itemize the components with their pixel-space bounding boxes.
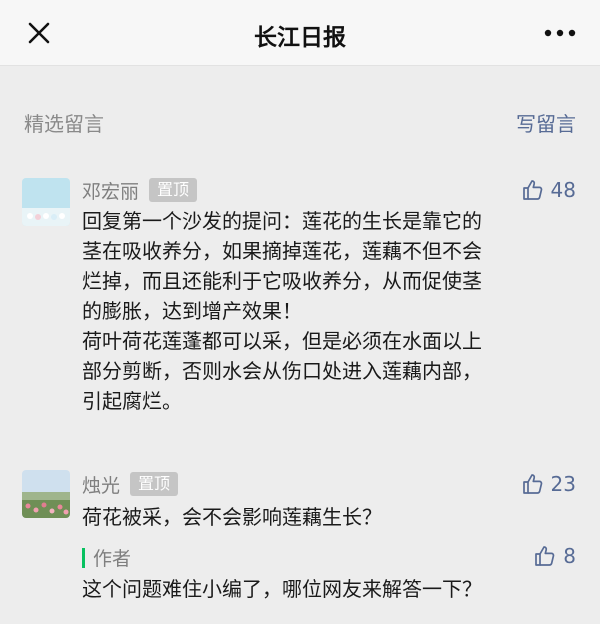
thumbs-up-icon	[522, 180, 542, 200]
like-button[interactable]: 48	[521, 178, 576, 202]
reply-accent-bar	[82, 547, 85, 568]
reply-text: 这个问题难住小编了，哪位网友来解答一下？	[82, 577, 482, 601]
close-button[interactable]	[22, 16, 56, 50]
top-nav-bar: 长江日报	[0, 0, 600, 66]
like-count: 23	[550, 472, 576, 496]
comment-nickname: 烛光	[82, 474, 121, 497]
write-comment-link[interactable]: 写留言	[516, 108, 576, 137]
author-reply-header: 作者	[82, 544, 131, 571]
avatar-image	[22, 178, 70, 226]
like-button[interactable]: 23	[521, 472, 576, 496]
more-horizontal-icon	[544, 29, 576, 37]
comment-nickname: 邓宏丽	[82, 180, 140, 203]
thumbs-up-icon	[522, 474, 542, 494]
thumbs-up-icon	[535, 546, 555, 566]
reply-like-button[interactable]: 8	[533, 544, 576, 568]
comment-author-row: 邓宏丽 置顶	[82, 176, 198, 204]
page-title: 长江日报	[254, 25, 346, 51]
close-icon	[28, 22, 50, 44]
comment-item: 邓宏丽 置顶 48 回复第一个沙发的提问：莲花的生长是靠它的 茎在吸收养分，如果…	[0, 176, 600, 436]
comment-author-row: 烛光 置顶	[82, 470, 179, 498]
avatar[interactable]	[22, 470, 70, 518]
avatar[interactable]	[22, 178, 70, 226]
section-title: 精选留言	[24, 112, 104, 136]
comments-section-header: 精选留言 写留言	[0, 100, 600, 140]
like-count: 48	[550, 178, 576, 202]
reply-author-label: 作者	[93, 548, 132, 570]
comment-text: 荷花被采，会不会影响莲藕生长？	[82, 505, 382, 529]
comment-text: 回复第一个沙发的提问：莲花的生长是靠它的 茎在吸收养分，如果摘掉莲花，莲藕不但不…	[82, 209, 482, 413]
comment-item: 烛光 置顶 23 荷花被采，会不会影响莲藕生长？ 作者 8 这个问题难住小编了，…	[0, 468, 600, 608]
more-options-button[interactable]	[542, 22, 578, 44]
avatar-image	[22, 470, 70, 518]
like-count: 8	[563, 544, 576, 568]
pinned-badge: 置顶	[149, 178, 198, 202]
pinned-badge: 置顶	[130, 472, 179, 496]
